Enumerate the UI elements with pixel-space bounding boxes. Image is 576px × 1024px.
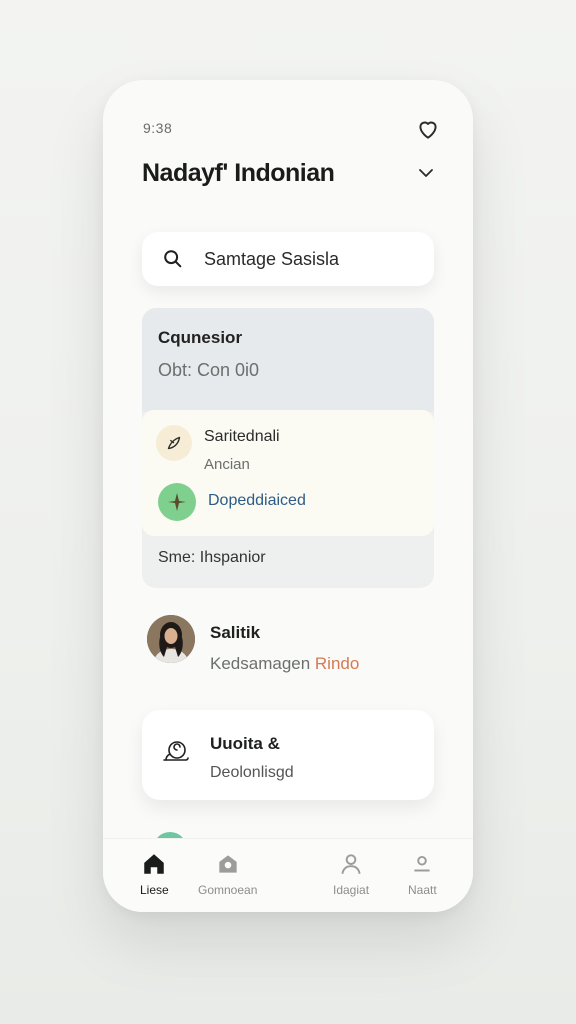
panel-item-label: Saritednali xyxy=(204,428,280,445)
star-plant-icon xyxy=(158,483,196,521)
community-icon xyxy=(219,855,237,873)
info-panel: Cqunesior Obt: Con 0i0 Saritednali Ancia… xyxy=(142,308,434,588)
page-title: Nadayf' Indonian xyxy=(142,159,335,187)
heart-icon[interactable] xyxy=(415,116,441,142)
nav-label: Naatt xyxy=(408,883,437,897)
bottom-nav: Liese Gomnoean Idagiat Naatt xyxy=(103,838,473,912)
snail-icon xyxy=(163,741,189,761)
nav-item-community[interactable]: Gomnoean xyxy=(198,851,257,897)
nav-label: Liese xyxy=(140,883,169,897)
contact-subtitle: Kedsamagen Rindo xyxy=(210,654,359,674)
card-subtitle: Deolonlisgd xyxy=(210,764,294,781)
user-icon xyxy=(414,855,430,872)
panel-inner-card[interactable]: Saritednali Ancian Dopeddiaiced xyxy=(142,410,434,536)
avatar[interactable] xyxy=(147,615,195,663)
nav-item-home[interactable]: Liese xyxy=(140,851,169,897)
panel-item-sub: Ancian xyxy=(204,456,250,473)
nav-label: Idagiat xyxy=(333,883,370,897)
panel-title: Cqunesior xyxy=(158,328,243,347)
contact-subtitle-text: Kedsamagen xyxy=(210,654,315,673)
panel-footer: Sme: Ihspanior xyxy=(158,549,266,566)
card-title: Uuoita & xyxy=(210,734,280,753)
nav-item-profile[interactable]: Idagiat xyxy=(333,851,369,897)
search-input[interactable]: Samtage Sasisla xyxy=(204,249,339,270)
profile-icon xyxy=(341,854,361,874)
search-bar[interactable]: Samtage Sasisla xyxy=(142,232,434,286)
panel-subtitle: Obt: Con 0i0 xyxy=(158,360,260,380)
nav-label: Gomnoean xyxy=(198,883,258,897)
phone-frame: 9:38 Nadayf' Indonian Samtage Sasisla Cq… xyxy=(103,80,473,912)
nav-item-user[interactable]: Naatt xyxy=(408,851,437,897)
home-icon xyxy=(144,854,165,874)
search-icon xyxy=(164,250,182,268)
chevron-down-icon[interactable] xyxy=(417,166,435,180)
status-time: 9:38 xyxy=(143,120,173,136)
contact-name: Salitik xyxy=(210,623,261,642)
feature-card[interactable]: Uuoita & Deolonlisgd xyxy=(142,710,434,800)
leaf-icon xyxy=(156,425,192,461)
panel-item-link[interactable]: Dopeddiaiced xyxy=(208,492,306,510)
contact-subtitle-accent[interactable]: Rindo xyxy=(315,654,359,673)
